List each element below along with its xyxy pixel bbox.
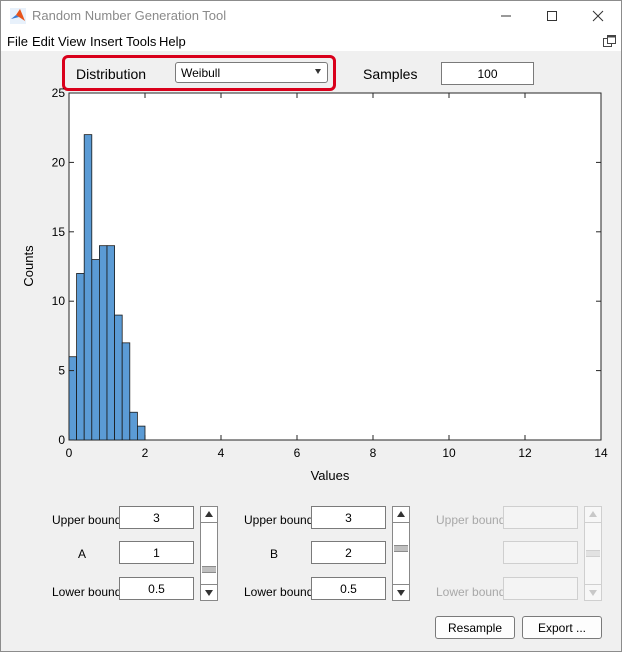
param-a-label: A: [77, 547, 86, 561]
x-tick-label: 14: [594, 446, 608, 460]
histogram-bar-3: [91, 259, 100, 441]
histogram-bar-2: [83, 134, 93, 441]
x-tick-label: 0: [66, 446, 73, 460]
param-a-input[interactable]: [119, 541, 194, 564]
histogram-bar-9: [136, 425, 146, 441]
x-axis-label: Values: [311, 468, 350, 483]
x-tick-label: 2: [142, 446, 149, 460]
slider-up-arrow-icon[interactable]: [397, 511, 405, 517]
distribution-dropdown[interactable]: Weibull: [175, 62, 328, 83]
slider-up-arrow-icon: [589, 511, 597, 517]
param-b-lower-input[interactable]: [311, 577, 386, 600]
param-c-upper-label: Upper bound: [436, 513, 506, 527]
y-axis-label: Counts: [21, 245, 36, 287]
x-tick-label: 8: [370, 446, 377, 460]
histogram-chart: 0 2 4 6 8 10 12 14 0 5 10 15 20 25 Values Counts: [21, 86, 608, 483]
slider-down-arrow-icon: [589, 590, 597, 596]
maximize-icon: [547, 11, 557, 21]
menu-edit[interactable]: Edit: [32, 34, 54, 49]
histogram-bar-4: [99, 245, 108, 441]
y-tick-label: 25: [52, 86, 66, 100]
menu-bar: File Edit View Insert Tools Help: [1, 31, 621, 51]
distribution-label: Distribution: [76, 66, 147, 82]
y-tick-label: 20: [52, 155, 66, 169]
samples-label: Samples: [363, 66, 418, 82]
slider-down-arrow-icon[interactable]: [205, 590, 213, 596]
param-c-upper-input: [503, 506, 578, 529]
histogram-bar-5: [106, 245, 115, 441]
histogram-bar-0: [68, 356, 77, 441]
distribution-value: Weibull: [181, 66, 221, 80]
menu-insert[interactable]: Insert: [90, 34, 123, 49]
histogram-bar-1: [76, 273, 85, 441]
param-b-upper-input[interactable]: [311, 506, 386, 529]
param-b-label: B: [269, 547, 278, 561]
minimize-icon: [501, 15, 511, 17]
menu-tools[interactable]: Tools: [126, 34, 156, 49]
menu-file[interactable]: File: [7, 34, 28, 49]
close-icon: [592, 10, 604, 22]
y-tick-label: 10: [52, 294, 66, 308]
y-tick-label: 15: [52, 225, 66, 239]
slider-up-arrow-icon[interactable]: [205, 511, 213, 517]
param-a-upper-label: Upper bound: [52, 513, 122, 527]
param-b-slider[interactable]: [392, 506, 410, 601]
param-b-lower-label: Lower bound: [244, 585, 314, 599]
plot-area: [68, 92, 602, 441]
param-a-lower-label: Lower bound: [52, 585, 122, 599]
minimize-button[interactable]: [483, 1, 529, 31]
param-c-input: [503, 541, 578, 564]
export-button[interactable]: Export ...: [522, 616, 602, 639]
param-a-upper-input[interactable]: [119, 506, 194, 529]
param-c-lower-label: Lower bound: [436, 585, 506, 599]
param-b-input[interactable]: [311, 541, 386, 564]
undock-icon[interactable]: [603, 35, 616, 48]
param-c-slider: [584, 506, 602, 601]
title-bar: Random Number Generation Tool: [1, 1, 621, 31]
param-a-slider[interactable]: [200, 506, 218, 601]
dropdown-caret-icon: [315, 69, 321, 74]
window-title: Random Number Generation Tool: [32, 8, 227, 23]
param-a-lower-input[interactable]: [119, 577, 194, 600]
slider-thumb[interactable]: [394, 544, 408, 552]
histogram-bar-8: [129, 411, 138, 441]
app-window: Random Number Generation Tool File Edit …: [0, 0, 622, 652]
menu-help[interactable]: Help: [159, 34, 186, 49]
histogram-bar-6: [114, 314, 123, 441]
slider-down-arrow-icon[interactable]: [397, 590, 405, 596]
matlab-logo-icon: [10, 8, 26, 24]
maximize-button[interactable]: [529, 1, 575, 31]
x-tick-label: 6: [294, 446, 301, 460]
y-tick-label: 5: [58, 364, 65, 378]
param-b-upper-label: Upper bound: [244, 513, 314, 527]
resample-button[interactable]: Resample: [435, 616, 515, 639]
histogram-bar-7: [121, 342, 131, 441]
x-tick-label: 4: [218, 446, 225, 460]
x-tick-label: 12: [518, 446, 532, 460]
menu-view[interactable]: View: [58, 34, 86, 49]
slider-thumb: [586, 550, 600, 557]
param-c-lower-input: [503, 577, 578, 600]
y-tick-label: 0: [58, 433, 65, 447]
x-tick-label: 10: [442, 446, 456, 460]
slider-thumb[interactable]: [202, 566, 216, 574]
close-button[interactable]: [575, 1, 621, 31]
